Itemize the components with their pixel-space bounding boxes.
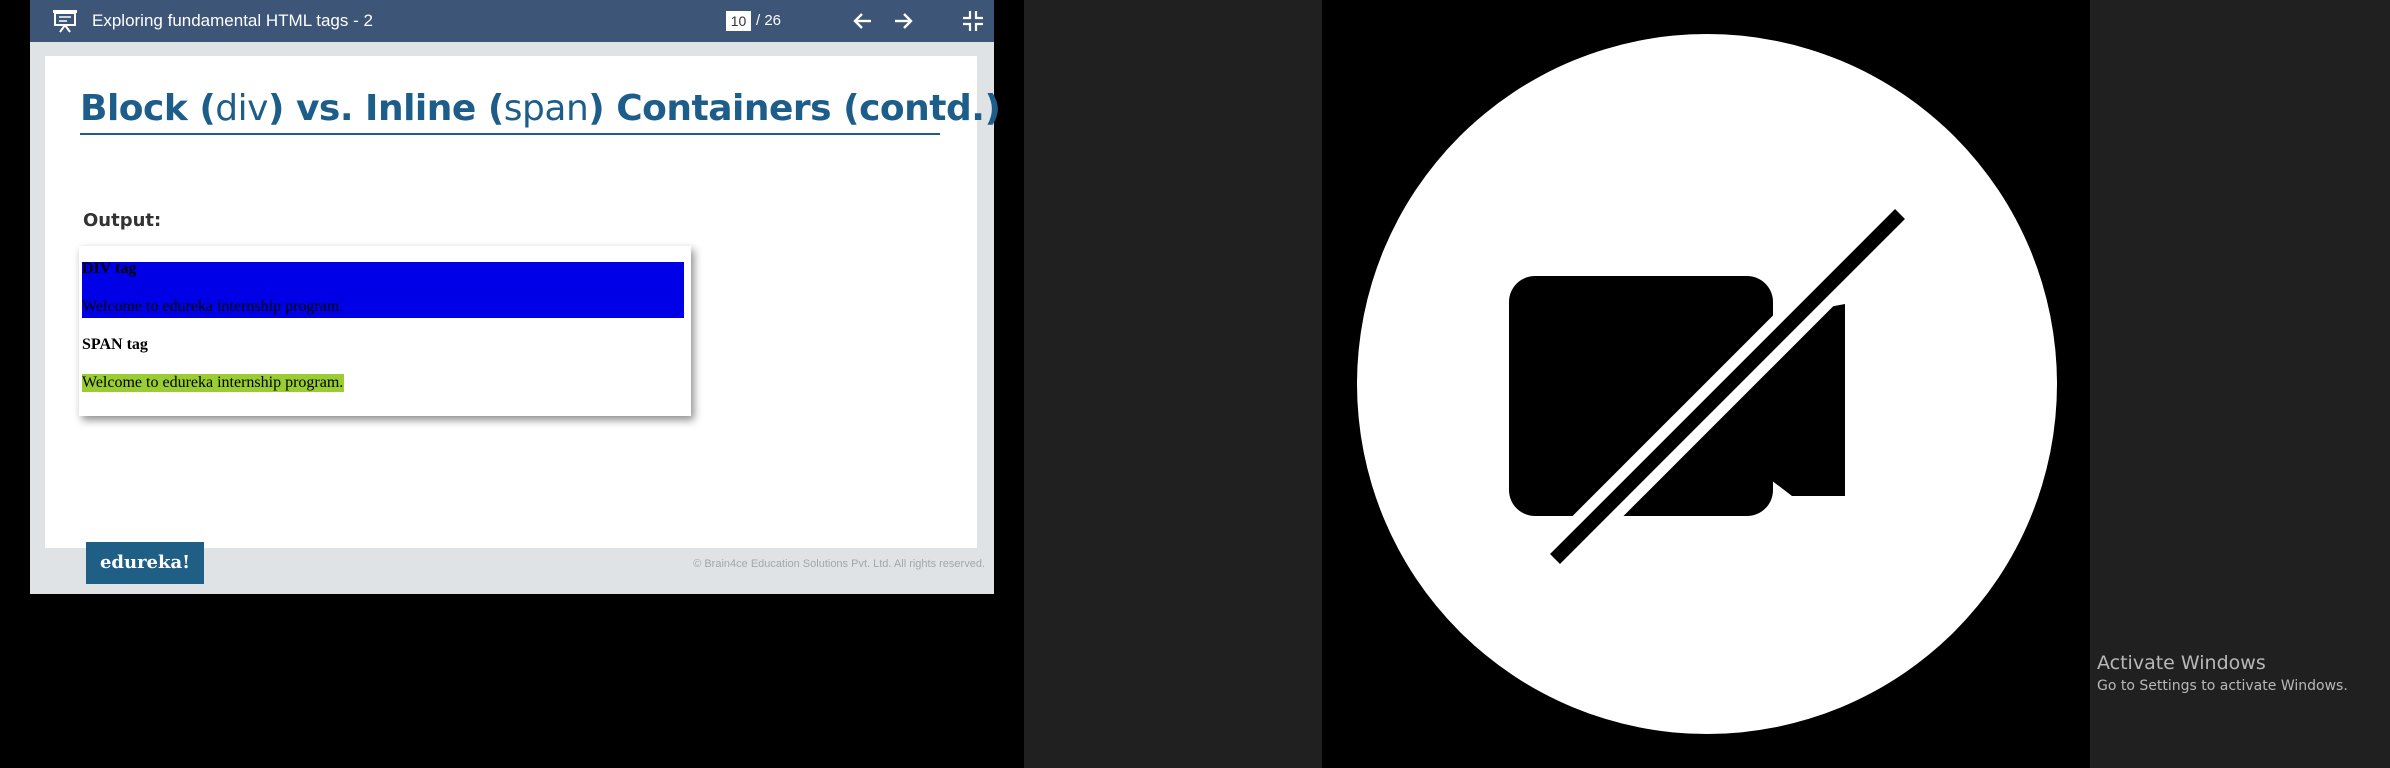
- activate-windows-watermark: Activate Windows Go to Settings to activ…: [2097, 651, 2348, 697]
- title-code-div: div: [215, 88, 268, 129]
- div-heading: DIV tag: [82, 260, 137, 277]
- next-slide-button[interactable]: [890, 9, 916, 33]
- title-underline: [80, 133, 940, 135]
- previous-slide-button[interactable]: [850, 9, 876, 33]
- viewer-toolbar: Exploring fundamental HTML tags - 2 10 /…: [30, 0, 994, 42]
- title-part: Block (: [80, 88, 216, 129]
- deck-title: Exploring fundamental HTML tags - 2: [92, 11, 373, 30]
- presentation-viewer: Exploring fundamental HTML tags - 2 10 /…: [30, 0, 1001, 594]
- arrow-left-icon: [853, 13, 871, 29]
- copyright-notice: © Brain4ce Education Solutions Pvt. Ltd.…: [693, 558, 985, 570]
- watermark-subtitle: Go to Settings to activate Windows.: [2097, 678, 2348, 694]
- span-heading: SPAN tag: [82, 336, 148, 353]
- title-part: ) vs. Inline (: [267, 88, 504, 129]
- presentation-icon: [50, 7, 80, 35]
- screen: Exploring fundamental HTML tags - 2 10 /…: [0, 0, 2390, 768]
- video-tile: [1322, 0, 2090, 768]
- slide-title: Block (div) vs. Inline (span) Containers…: [80, 88, 1001, 129]
- title-part: ) Containers (contd.): [588, 88, 1001, 129]
- exit-fullscreen-icon: [963, 11, 983, 31]
- div-text: Welcome to edureka internship program.: [82, 298, 344, 315]
- page-number-input[interactable]: 10: [726, 11, 751, 31]
- output-label: Output:: [83, 210, 162, 231]
- title-code-span: span: [503, 88, 589, 129]
- meeting-background: [1024, 0, 1322, 768]
- output-preview-box: DIV tag Welcome to edureka internship pr…: [79, 246, 691, 416]
- page-total: / 26: [756, 12, 782, 29]
- watermark-title: Activate Windows: [2097, 652, 2266, 674]
- slide: Block (div) vs. Inline (span) Containers…: [45, 56, 1001, 548]
- arrow-right-icon: [895, 13, 913, 29]
- span-text: Welcome to edureka internship program.: [82, 374, 345, 392]
- camera-off-avatar: [1357, 34, 2057, 734]
- camera-off-icon: [1509, 201, 1913, 572]
- exit-fullscreen-button[interactable]: [960, 8, 986, 34]
